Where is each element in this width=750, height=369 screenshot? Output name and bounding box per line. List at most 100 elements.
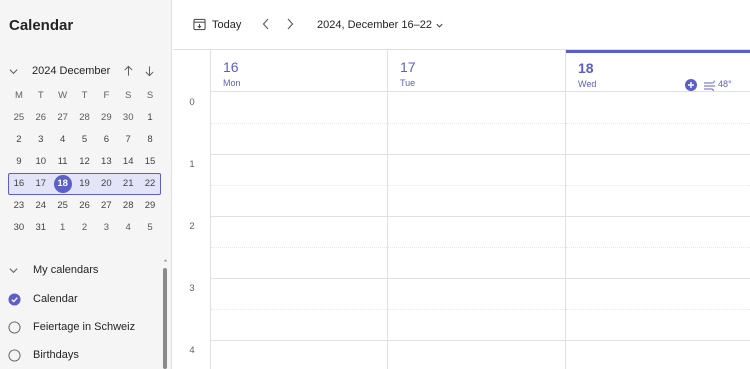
week-grid: 0 1 2 3 4 16 Mon 17 Tue 18 Wed 48° (173, 49, 750, 369)
sidebar-scrollbar[interactable] (163, 268, 167, 369)
mini-day[interactable]: 23 (8, 195, 30, 217)
mini-day[interactable]: 1 (139, 107, 161, 129)
mini-day[interactable]: 30 (8, 217, 30, 239)
chevron-down-icon[interactable] (435, 21, 444, 30)
calendar-item-label: Calendar (33, 293, 78, 305)
chevron-right-icon[interactable] (285, 17, 295, 31)
mini-day[interactable]: 25 (52, 195, 74, 217)
mini-day[interactable]: 25 (8, 107, 30, 129)
calendar-today-icon[interactable] (193, 18, 206, 31)
mini-week-row: 25 26 27 28 29 30 1 (8, 107, 161, 129)
mini-day[interactable]: 3 (95, 217, 117, 239)
mini-day[interactable]: 24 (30, 195, 52, 217)
mini-day[interactable]: 16 (8, 173, 30, 195)
mini-day[interactable]: 31 (30, 217, 52, 239)
mini-calendar-grid: M T W T F S S 25 26 27 28 29 30 1 2 3 4 (8, 88, 161, 239)
mini-day[interactable]: 2 (74, 217, 96, 239)
mini-day[interactable]: 26 (74, 195, 96, 217)
mini-day[interactable]: 2 (8, 129, 30, 151)
mini-day[interactable]: 28 (117, 195, 139, 217)
mini-day[interactable]: 6 (95, 129, 117, 151)
mini-day[interactable]: 21 (117, 173, 139, 195)
mini-day[interactable]: 5 (139, 217, 161, 239)
half-hour-line (566, 185, 750, 186)
checkmark-circle-icon[interactable] (8, 293, 21, 306)
my-calendars-header[interactable]: My calendars (0, 262, 160, 280)
time-gutter: 0 1 2 3 4 (173, 50, 211, 369)
mini-week-row: 2 3 4 5 6 7 8 (8, 129, 161, 151)
mini-day[interactable]: 29 (95, 107, 117, 129)
mini-day[interactable]: 14 (117, 151, 139, 173)
hour-label: 1 (189, 159, 195, 170)
chevron-down-icon[interactable] (8, 66, 19, 77)
unchecked-circle-icon[interactable] (8, 321, 21, 334)
mini-day[interactable]: 30 (117, 107, 139, 129)
mini-day[interactable]: 4 (52, 129, 74, 151)
hour-line (388, 278, 565, 279)
mini-week-row: 30 31 1 2 3 4 5 (8, 217, 161, 239)
mini-day[interactable]: 22 (139, 173, 161, 195)
hour-label: 4 (189, 345, 195, 356)
mini-day[interactable]: 12 (74, 151, 96, 173)
mini-day[interactable]: 5 (74, 129, 96, 151)
wind-weather-icon (704, 80, 715, 92)
mini-day[interactable]: 17 (30, 173, 52, 195)
my-calendars-label: My calendars (33, 264, 99, 276)
scroll-up-arrow-icon[interactable] (163, 258, 168, 263)
half-hour-line (211, 185, 387, 186)
day-number: 16 (223, 59, 239, 75)
hour-line (211, 278, 387, 279)
mini-day[interactable]: 28 (74, 107, 96, 129)
add-circle-icon[interactable] (684, 78, 698, 92)
day-number: 17 (400, 59, 416, 75)
day-column-mon[interactable]: 16 Mon (211, 50, 388, 369)
day-column-wed-today[interactable]: 18 Wed 48° (566, 50, 750, 369)
mini-calendar-month[interactable]: 2024 December (32, 65, 110, 77)
mini-day[interactable]: 3 (30, 129, 52, 151)
half-hour-line (211, 123, 387, 124)
weekday-label: M (14, 90, 23, 101)
arrow-down-icon[interactable] (143, 64, 156, 78)
mini-day[interactable]: 29 (139, 195, 161, 217)
mini-day[interactable]: 27 (95, 195, 117, 217)
mini-day[interactable]: 1 (52, 217, 74, 239)
mini-day[interactable]: 20 (95, 173, 117, 195)
calendar-item-calendar[interactable]: Calendar (0, 290, 160, 310)
half-hour-line (566, 123, 750, 124)
hour-line (211, 216, 387, 217)
mini-day[interactable]: 15 (139, 151, 161, 173)
day-header-today[interactable]: 18 Wed 48° (566, 50, 750, 92)
mini-day[interactable]: 4 (117, 217, 139, 239)
hour-line (211, 154, 387, 155)
calendar-app: Calendar 2024 December M T W T F S S 25 … (0, 0, 750, 369)
mini-day[interactable]: 27 (52, 107, 74, 129)
unchecked-circle-icon[interactable] (8, 349, 21, 362)
calendar-item-feiertage[interactable]: Feiertage in Schweiz (0, 318, 160, 338)
date-range-picker[interactable]: 2024, December 16–22 (317, 19, 432, 31)
weather-temperature: 48° (718, 79, 732, 89)
day-header[interactable]: 17 Tue (388, 50, 565, 92)
chevron-down-icon (9, 268, 18, 274)
mini-day[interactable]: 10 (30, 151, 52, 173)
hour-label: 3 (189, 283, 195, 294)
day-column-tue[interactable]: 17 Tue (388, 50, 566, 369)
today-button[interactable]: Today (212, 19, 241, 31)
mini-day[interactable]: 8 (139, 129, 161, 151)
arrow-up-icon[interactable] (122, 64, 135, 78)
sidebar: Calendar 2024 December M T W T F S S 25 … (0, 0, 172, 369)
mini-day[interactable]: 26 (30, 107, 52, 129)
day-header[interactable]: 16 Mon (211, 50, 387, 92)
weekday-label: S (125, 90, 132, 101)
mini-day[interactable]: 7 (117, 129, 139, 151)
calendar-item-birthdays[interactable]: Birthdays (0, 346, 160, 366)
mini-day[interactable]: 11 (52, 151, 74, 173)
chevron-left-icon[interactable] (261, 17, 271, 31)
mini-day[interactable]: 9 (8, 151, 30, 173)
mini-day-today[interactable]: 18 (52, 173, 74, 195)
hour-line (566, 278, 750, 279)
weekday-label: W (58, 90, 68, 101)
mini-day[interactable]: 19 (74, 173, 96, 195)
hour-label: 0 (189, 97, 195, 108)
mini-day[interactable]: 13 (95, 151, 117, 173)
day-number: 18 (578, 60, 594, 76)
